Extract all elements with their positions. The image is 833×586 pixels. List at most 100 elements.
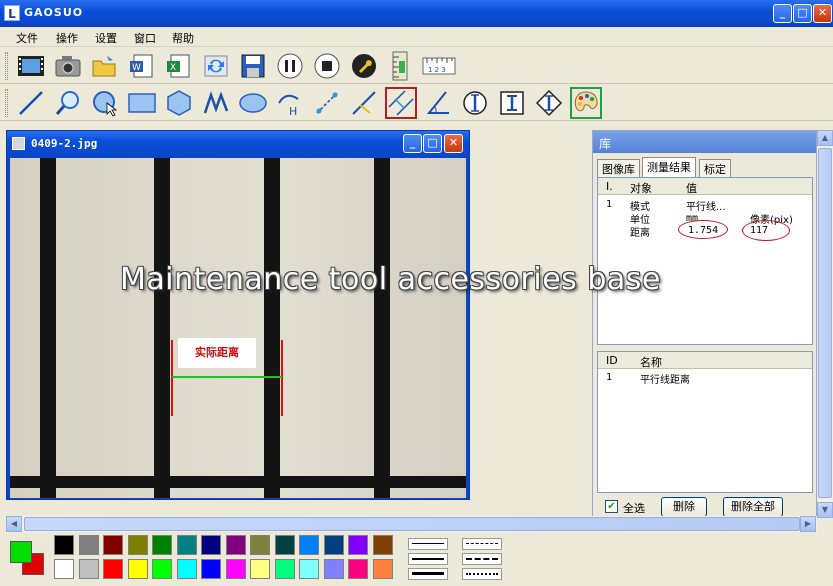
col-index[interactable]: I. (606, 180, 613, 193)
vertical-scrollbar[interactable]: ▲ ▼ (817, 130, 833, 518)
col-name[interactable]: 名称 (640, 354, 662, 370)
word-doc-icon[interactable]: W (126, 50, 158, 82)
color-swatch[interactable] (323, 535, 344, 555)
film-icon[interactable] (15, 50, 47, 82)
delete-button[interactable]: 删除 (661, 497, 707, 517)
measure-diagonal-icon[interactable] (311, 87, 343, 119)
color-swatch[interactable] (225, 559, 246, 579)
text-i-icon[interactable] (496, 87, 528, 119)
select-all-checkbox[interactable]: ✔ (605, 500, 618, 513)
freehand-icon[interactable] (200, 87, 232, 119)
save-icon[interactable] (237, 50, 269, 82)
wrench-icon[interactable] (348, 50, 380, 82)
menu-settings[interactable]: 设置 (95, 30, 117, 46)
color-swatch[interactable] (348, 559, 368, 579)
color-swatch[interactable] (176, 535, 197, 555)
magnifier-icon[interactable] (52, 87, 84, 119)
circle-center-icon[interactable] (459, 87, 491, 119)
maximize-button[interactable]: □ (793, 4, 812, 23)
measure-line-left[interactable] (171, 340, 173, 416)
scroll-down-button[interactable]: ▼ (817, 502, 833, 518)
ellipse-icon[interactable] (237, 87, 269, 119)
col-object[interactable]: 对象 (630, 180, 652, 196)
vertical-dimension-icon[interactable] (533, 87, 565, 119)
menu-operate[interactable]: 操作 (56, 30, 78, 46)
color-swatch[interactable] (103, 559, 123, 579)
tab-calibration[interactable]: 标定 (699, 159, 731, 177)
arc-height-icon[interactable]: H (274, 87, 306, 119)
line-style-medium[interactable] (408, 553, 448, 565)
results-list[interactable]: I. 对象 值 1 模式 平行线... 单位 mm 像素(pix) 距离 1.7… (597, 177, 813, 345)
color-swatch[interactable] (299, 559, 319, 579)
image-close-button[interactable]: ✕ (444, 134, 463, 153)
color-swatch[interactable] (201, 535, 221, 555)
angle-line-icon[interactable] (348, 87, 380, 119)
horizontal-scroll-thumb[interactable] (24, 517, 800, 531)
menu-window[interactable]: 窗口 (134, 30, 156, 46)
object-name[interactable]: 平行线距离 (640, 371, 690, 386)
color-swatch[interactable] (274, 535, 295, 555)
line-style-thick[interactable] (408, 568, 448, 580)
vertical-scroll-thumb[interactable] (818, 148, 832, 498)
scroll-left-button[interactable]: ◀ (6, 516, 22, 532)
stop-icon[interactable] (311, 50, 343, 82)
menu-file[interactable]: 文件 (16, 30, 38, 46)
color-swatch[interactable] (127, 559, 148, 579)
minimize-button[interactable]: _ (773, 4, 792, 23)
color-swatch[interactable] (201, 559, 221, 579)
scroll-right-button[interactable]: ▶ (800, 516, 816, 532)
ruler-vertical-icon[interactable] (385, 50, 417, 82)
color-swatch[interactable] (103, 535, 123, 555)
ruler-horizontal-icon[interactable]: 1 2 3 (422, 50, 456, 82)
palette-icon[interactable] (570, 87, 602, 119)
color-swatch[interactable] (372, 559, 393, 579)
refresh-icon[interactable] (200, 50, 232, 82)
color-swatch[interactable] (127, 535, 148, 555)
line-style-dash[interactable] (462, 538, 502, 550)
color-swatch[interactable] (152, 535, 172, 555)
delete-all-button[interactable]: 删除全部 (723, 497, 783, 517)
measure-line-right[interactable] (281, 340, 283, 416)
horizontal-scrollbar[interactable]: ◀ ▶ (6, 516, 817, 532)
circle-select-icon[interactable] (89, 87, 121, 119)
polygon-icon[interactable] (163, 87, 195, 119)
color-swatch[interactable] (372, 535, 393, 555)
excel-doc-icon[interactable]: X (163, 50, 195, 82)
image-canvas[interactable]: 实际距离 (10, 158, 466, 498)
line-tool-icon[interactable] (15, 87, 47, 119)
color-swatch[interactable] (250, 559, 270, 579)
menu-help[interactable]: 帮助 (172, 30, 194, 46)
color-swatch[interactable] (78, 535, 99, 555)
color-swatch[interactable] (274, 559, 295, 579)
angle-icon[interactable] (422, 87, 454, 119)
toolbar-grip[interactable] (5, 52, 8, 80)
line-style-dashdot[interactable] (462, 553, 502, 565)
tab-measure-results[interactable]: 测量结果 (642, 157, 696, 177)
close-button[interactable]: ✕ (813, 4, 832, 23)
color-swatch[interactable] (54, 559, 74, 579)
color-swatch[interactable] (250, 535, 270, 555)
color-swatch[interactable] (152, 559, 172, 579)
toolbar-grip[interactable] (5, 89, 8, 117)
color-swatch[interactable] (323, 559, 344, 579)
parallel-lines-icon[interactable] (385, 87, 417, 119)
image-minimize-button[interactable]: _ (403, 134, 422, 153)
camera-icon[interactable] (52, 50, 84, 82)
pause-icon[interactable] (274, 50, 306, 82)
image-maximize-button[interactable]: □ (423, 134, 442, 153)
color-swatch[interactable] (225, 535, 246, 555)
line-style-thin[interactable] (408, 538, 448, 550)
col-id[interactable]: ID (606, 354, 618, 367)
col-value[interactable]: 值 (686, 180, 697, 196)
color-swatch[interactable] (54, 535, 74, 555)
primary-color-swatch[interactable] (10, 541, 32, 563)
tab-image-library[interactable]: 图像库 (597, 159, 640, 177)
rectangle-icon[interactable] (126, 87, 158, 119)
color-swatch[interactable] (348, 535, 368, 555)
line-style-dot[interactable] (462, 568, 502, 580)
scroll-up-button[interactable]: ▲ (817, 130, 833, 146)
open-folder-icon[interactable] (89, 50, 121, 82)
objects-list[interactable]: ID 名称 1 平行线距离 (597, 351, 813, 493)
color-swatch[interactable] (299, 535, 319, 555)
color-swatch[interactable] (176, 559, 197, 579)
